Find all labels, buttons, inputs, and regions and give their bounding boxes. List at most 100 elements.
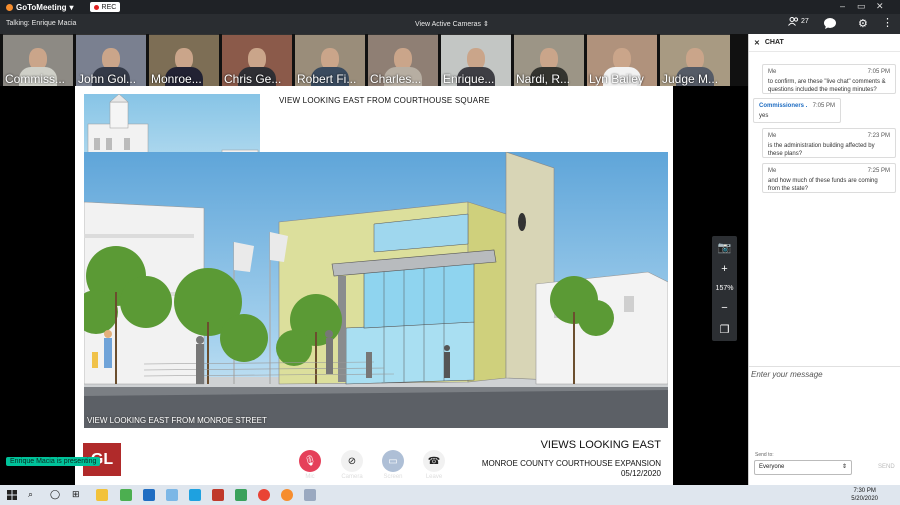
message-time: 7:25 PM bbox=[867, 168, 890, 174]
divider bbox=[749, 366, 900, 367]
camera-label: Camera bbox=[341, 474, 363, 480]
skype-icon[interactable] bbox=[189, 489, 201, 501]
camera-tile[interactable]: Nardi, R... bbox=[514, 34, 584, 86]
chat-bubble-icon[interactable] bbox=[823, 17, 837, 30]
phone-hangup-icon: ☎ bbox=[423, 450, 445, 472]
app-icon[interactable] bbox=[166, 489, 178, 501]
mic-muted-icon: 🎙 bbox=[299, 450, 321, 472]
zoom-level: 157% bbox=[715, 284, 734, 292]
camera-name: Lyn Bailey bbox=[589, 72, 644, 86]
gotomeeting-icon[interactable] bbox=[281, 489, 293, 501]
sort-arrows-icon: ⇕ bbox=[482, 21, 489, 28]
camera-tile[interactable]: Commiss... bbox=[3, 34, 73, 86]
people-icon bbox=[788, 17, 799, 26]
attendee-count: 27 bbox=[801, 18, 809, 25]
message-text: to confirm, are these "live chat" commen… bbox=[768, 79, 886, 93]
file-explorer-icon[interactable] bbox=[96, 489, 108, 501]
app-icon[interactable] bbox=[304, 489, 316, 501]
camera-tile[interactable]: Charles... bbox=[368, 34, 438, 86]
message-text: and how much of these funds are coming f… bbox=[768, 178, 878, 192]
minimize-icon[interactable]: – bbox=[840, 1, 845, 11]
chevron-down-icon: ▾ bbox=[69, 2, 74, 12]
camera-tile[interactable]: Judge M... bbox=[660, 34, 730, 86]
chat-message: Me 7:05 PM to confirm, are these "live c… bbox=[762, 64, 896, 94]
screen-share-icon: ▭ bbox=[382, 450, 404, 472]
camera-tile[interactable]: Chris Ge... bbox=[222, 34, 292, 86]
app-icon[interactable] bbox=[120, 489, 132, 501]
mic-label: Mic bbox=[305, 474, 315, 480]
presentation-slide: VIEW LOOKING EAST FROM COURTHOUSE SQUARE bbox=[75, 86, 673, 485]
message-text: is the administration building affected … bbox=[768, 143, 875, 157]
app-menu[interactable]: GoToMeeting ▾ bbox=[6, 3, 74, 12]
screen-button[interactable]: ▭ Screen bbox=[381, 450, 405, 480]
chat-title: CHAT bbox=[764, 39, 784, 46]
attendees-button[interactable]: 27 bbox=[788, 17, 809, 26]
clock-date: 5/20/2020 bbox=[851, 496, 878, 502]
recording-badge[interactable]: REC bbox=[89, 2, 121, 12]
windows-start-icon[interactable] bbox=[6, 489, 18, 501]
camera-name: Chris Ge... bbox=[224, 72, 282, 86]
camera-off-icon: ⊘ bbox=[341, 450, 363, 472]
fit-screen-icon[interactable]: ❐ bbox=[720, 323, 730, 336]
message-text: yes bbox=[759, 113, 769, 119]
send-to-label: Send to: bbox=[755, 452, 774, 458]
view-cameras-dropdown[interactable]: View Active Cameras ⇕ bbox=[415, 20, 489, 28]
send-to-value: Everyone bbox=[759, 464, 785, 470]
camera-button[interactable]: ⊘ Camera bbox=[340, 450, 364, 480]
record-dot-icon bbox=[93, 4, 99, 10]
leave-button[interactable]: ☎ Leave bbox=[422, 450, 446, 480]
zoom-in-icon[interactable]: + bbox=[721, 263, 727, 275]
more-options-icon[interactable]: ⋮ bbox=[882, 16, 893, 29]
camera-snapshot-icon[interactable]: 📷 bbox=[718, 241, 732, 254]
presenter-badge: Enrique Macia is presenting bbox=[6, 457, 101, 466]
browser-icon[interactable] bbox=[143, 489, 155, 501]
send-to-select[interactable]: Everyone ⇕ bbox=[754, 460, 852, 475]
close-chat-icon[interactable]: ✕ bbox=[754, 39, 760, 47]
zoom-out-icon[interactable]: − bbox=[721, 302, 727, 314]
project-title: MONROE COUNTY COURTHOUSE EXPANSION bbox=[481, 459, 661, 468]
sort-arrows-icon: ⇕ bbox=[841, 464, 847, 470]
title-bar: GoToMeeting ▾ REC – ▭ ✕ bbox=[0, 0, 900, 14]
chat-message-input[interactable]: Enter your message bbox=[751, 370, 823, 379]
talking-indicator: Talking: Enrique Macia bbox=[6, 20, 77, 27]
views-title: VIEWS LOOKING EAST bbox=[540, 439, 661, 451]
mic-button[interactable]: 🎙 Mic bbox=[298, 450, 322, 480]
system-clock[interactable]: 7:30 PM 5/20/2020 bbox=[851, 487, 878, 503]
leave-label: Leave bbox=[425, 474, 443, 480]
view-cameras-label: View Active Cameras bbox=[415, 21, 482, 28]
camera-tile[interactable]: Robert Fi... bbox=[295, 34, 365, 86]
message-time: 7:05 PM bbox=[867, 69, 890, 75]
chrome-icon[interactable] bbox=[258, 489, 270, 501]
camera-tile[interactable]: John Gol... bbox=[76, 34, 146, 86]
monroe-street-rendering bbox=[84, 152, 668, 428]
task-view-icon[interactable]: ◯ bbox=[50, 489, 62, 501]
camera-name: Monroe... bbox=[151, 72, 202, 86]
camera-tile[interactable]: Enrique... bbox=[441, 34, 511, 86]
close-window-icon[interactable]: ✕ bbox=[876, 1, 884, 12]
rec-label: REC bbox=[101, 3, 117, 11]
send-button[interactable]: SEND bbox=[878, 464, 895, 470]
camera-tile[interactable]: Lyn Bailey bbox=[587, 34, 657, 86]
rendering-caption: VIEW LOOKING EAST FROM MONROE STREET bbox=[87, 416, 267, 425]
camera-name: Judge M... bbox=[662, 72, 719, 86]
task-manager-icon[interactable]: ⊞ bbox=[72, 489, 84, 501]
windows-taskbar: ⌕ ◯ ⊞ 7:30 PM 5/20/2020 bbox=[0, 485, 900, 505]
chat-message: Commissioners . 7:05 PM yes bbox=[753, 98, 841, 123]
chat-message: Me 7:23 PM is the administration buildin… bbox=[762, 128, 896, 158]
maximize-icon[interactable]: ▭ bbox=[857, 1, 866, 12]
message-time: 7:05 PM bbox=[812, 103, 835, 109]
filezilla-icon[interactable] bbox=[212, 489, 224, 501]
gear-icon[interactable]: ⚙ bbox=[858, 17, 868, 30]
gotomeeting-logo-icon bbox=[6, 3, 13, 11]
camera-name: Charles... bbox=[370, 72, 422, 86]
chat-header: ✕ CHAT bbox=[749, 34, 900, 52]
message-time: 7:23 PM bbox=[867, 133, 890, 139]
clock-time: 7:30 PM bbox=[853, 488, 876, 494]
chat-panel: ✕ CHAT Me 7:05 PM to confirm, are these … bbox=[748, 34, 900, 485]
search-icon[interactable]: ⌕ bbox=[28, 489, 40, 501]
app-icon[interactable] bbox=[235, 489, 247, 501]
camera-tile[interactable]: Monroe... bbox=[149, 34, 219, 86]
chat-message: Me 7:25 PM and how much of these funds a… bbox=[762, 163, 896, 193]
shared-screen: VIEW LOOKING EAST FROM COURTHOUSE SQUARE bbox=[0, 86, 748, 485]
camera-name: Commiss... bbox=[5, 72, 65, 86]
